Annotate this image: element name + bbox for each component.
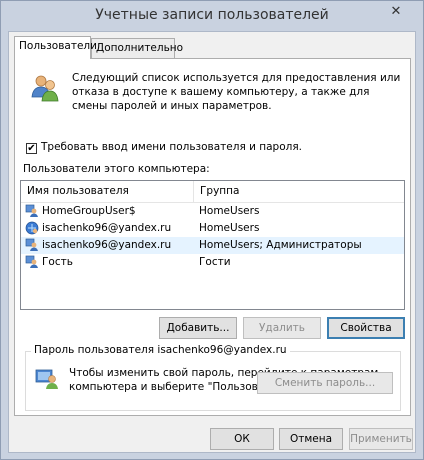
- properties-button[interactable]: Свойства: [327, 317, 405, 339]
- column-header-group[interactable]: Группа: [194, 181, 404, 202]
- user-icon: [25, 204, 38, 217]
- require-password-label[interactable]: Требовать ввод имени пользователя и паро…: [41, 141, 302, 153]
- user-group: HomeUsers: [199, 205, 260, 217]
- user-accounts-window: Учетные записи пользователей ✕ Пользоват…: [0, 0, 424, 460]
- cancel-button[interactable]: Отмена: [279, 428, 343, 450]
- user-name: isachenko96@yandex.ru: [42, 239, 172, 251]
- table-row[interactable]: isachenko96@yandex.ru HomeUsers: [21, 220, 404, 237]
- user-icon: [25, 255, 38, 268]
- apply-button[interactable]: Применить: [349, 428, 413, 450]
- column-header-username[interactable]: Имя пользователя: [21, 181, 193, 202]
- users-icon: [31, 75, 59, 102]
- user-group: HomeUsers; Администраторы: [199, 239, 362, 251]
- change-password-button[interactable]: Сменить пароль...: [257, 372, 393, 394]
- user-icon: [25, 238, 38, 251]
- add-user-button[interactable]: Добавить...: [159, 317, 237, 339]
- users-listview[interactable]: Имя пользователя Группа HomeGroupUser$ H…: [20, 180, 405, 310]
- require-password-checkbox[interactable]: ✔: [26, 143, 37, 154]
- users-tab-panel: Следующий список используется для предос…: [14, 58, 411, 416]
- ok-button[interactable]: ОК: [210, 428, 274, 450]
- password-group-label: Пароль пользователя isachenko96@yandex.r…: [31, 344, 290, 356]
- table-row[interactable]: HomeGroupUser$ HomeUsers: [21, 203, 404, 220]
- close-button[interactable]: ✕: [377, 2, 415, 22]
- user-name: Гость: [42, 256, 73, 268]
- user-group: HomeUsers: [199, 222, 260, 234]
- title-bar[interactable]: Учетные записи пользователей ✕: [1, 1, 423, 31]
- tab-users[interactable]: Пользователи: [14, 36, 97, 59]
- remove-user-button[interactable]: Удалить: [243, 317, 321, 339]
- listview-header: Имя пользователя Группа: [21, 181, 404, 203]
- table-row-selected[interactable]: isachenko96@yandex.ru HomeUsers; Админис…: [21, 237, 404, 254]
- microsoft-account-icon: [25, 221, 39, 235]
- tab-advanced[interactable]: Дополнительно: [91, 38, 183, 58]
- window-title: Учетные записи пользователей: [95, 7, 329, 23]
- users-list-label: Пользователи этого компьютера:: [23, 163, 210, 175]
- table-row[interactable]: Гость Гости: [21, 254, 404, 271]
- user-name: isachenko96@yandex.ru: [42, 222, 172, 234]
- user-password-icon: [35, 369, 58, 389]
- user-name: HomeGroupUser$: [42, 205, 136, 217]
- intro-text: Следующий список используется для предос…: [72, 72, 401, 112]
- close-icon: ✕: [390, 4, 402, 19]
- user-group: Гости: [199, 256, 231, 268]
